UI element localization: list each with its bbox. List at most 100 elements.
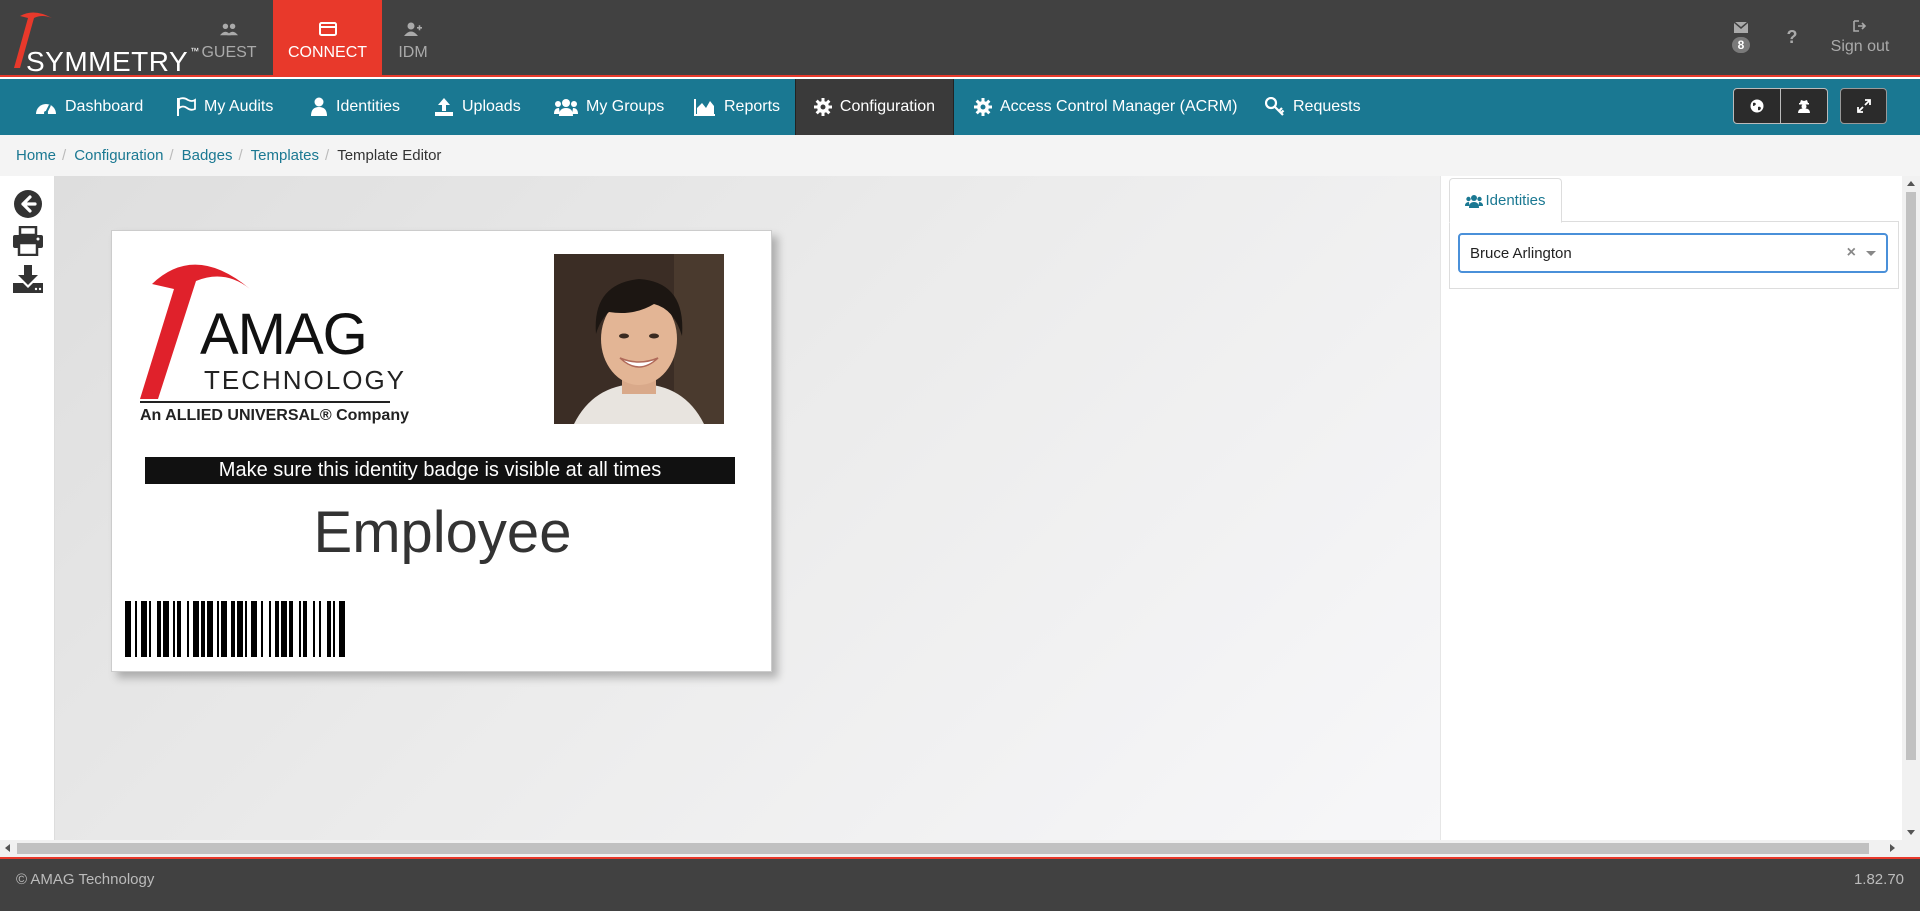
scrollbar-thumb[interactable] <box>17 843 1869 854</box>
breadcrumb-separator: / <box>325 147 330 164</box>
key-icon <box>1265 97 1285 116</box>
flag-icon <box>177 97 196 116</box>
tab-label: Identities <box>1485 192 1546 209</box>
gear-icon <box>974 98 992 116</box>
nav-my-audits[interactable]: My Audits <box>176 79 273 135</box>
tab-identities[interactable]: Identities <box>1449 178 1562 223</box>
expand-icon <box>1856 99 1871 113</box>
nav-uploads[interactable]: Uploads <box>434 79 521 135</box>
user-plus-icon <box>404 22 422 36</box>
breadcrumb-templates[interactable]: Templates <box>251 147 319 164</box>
identities-panel: Bruce Arlington × <box>1449 221 1899 289</box>
barcode-bar <box>251 601 257 657</box>
app-tab-label: GUEST <box>201 43 257 61</box>
symmetry-logo[interactable]: SYMMETRY ™ <box>6 6 199 77</box>
barcode-bar <box>149 601 151 657</box>
barcode-bar <box>339 601 345 657</box>
nav-identities[interactable]: Identities <box>310 79 400 135</box>
nav-label: Configuration <box>839 98 936 115</box>
symmetry-logo-text: SYMMETRY ™ <box>26 46 200 77</box>
copyright: © AMAG Technology <box>16 871 155 888</box>
question-icon: ? <box>1786 27 1798 47</box>
nav-button-group <box>1733 88 1828 124</box>
barcode-bar <box>261 601 263 657</box>
barcode-bar <box>269 601 271 657</box>
barcode-bar <box>221 601 227 657</box>
amag-logo[interactable]: AMAG TECHNOLOGY An ALLIED UNIVERSAL® Com… <box>140 249 409 424</box>
barcode-bar <box>157 601 161 657</box>
scroll-left-arrow[interactable] <box>5 844 10 852</box>
barcode-bar <box>245 601 247 657</box>
barcode-bar <box>333 601 335 657</box>
breadcrumb-badges[interactable]: Badges <box>182 147 233 164</box>
arrow-circle-left-icon <box>14 190 42 218</box>
version: 1.82.70 <box>1853 871 1904 888</box>
clear-icon[interactable]: × <box>1847 244 1856 262</box>
breadcrumb: Home / Configuration / Badges / Template… <box>0 135 1920 176</box>
vertical-scrollbar[interactable] <box>1902 176 1920 840</box>
nav-dashboard[interactable]: Dashboard <box>35 79 143 135</box>
app-tab-label: IDM <box>398 43 428 61</box>
user-profile-button[interactable] <box>1780 89 1827 123</box>
envelope-icon <box>1734 22 1748 33</box>
identity-photo[interactable] <box>554 254 724 424</box>
nav-label: My Groups <box>586 98 665 115</box>
amag-logo-word: AMAG <box>200 302 368 367</box>
footer: © AMAG Technology 1.82.70 <box>0 857 1920 911</box>
nav-requests[interactable]: Requests <box>1265 79 1361 135</box>
person-photo-image <box>554 254 724 424</box>
area-chart-icon <box>694 99 715 116</box>
divider <box>140 401 390 403</box>
breadcrumb-current: Template Editor <box>337 147 442 164</box>
messages-button[interactable]: 8 <box>1726 0 1756 75</box>
barcode-bar <box>193 601 199 657</box>
horizontal-scrollbar[interactable] <box>0 840 1920 857</box>
barcode-bar <box>289 601 293 657</box>
badge-role: Employee <box>313 500 572 565</box>
help-button[interactable]: ? <box>1780 0 1804 75</box>
barcode-bar <box>281 601 287 657</box>
breadcrumb-home[interactable]: Home <box>16 147 56 164</box>
nav-configuration[interactable]: Configuration <box>795 79 954 135</box>
barcode-bar <box>313 601 315 657</box>
print-icon <box>13 226 43 256</box>
identity-select[interactable]: Bruce Arlington × <box>1458 233 1888 273</box>
barcode-bar <box>275 601 279 657</box>
nav-reports[interactable]: Reports <box>694 79 780 135</box>
nav-acrm[interactable]: Access Control Manager (ACRM) <box>974 79 1237 135</box>
app-tab-idm[interactable]: IDM <box>388 0 438 75</box>
breadcrumb-separator: / <box>169 147 174 164</box>
users-icon <box>1465 194 1484 208</box>
group-icon <box>554 99 578 116</box>
download-button[interactable] <box>12 263 44 295</box>
fullscreen-button[interactable] <box>1840 88 1887 124</box>
chevron-down-icon[interactable] <box>1866 251 1876 256</box>
app-tab-connect[interactable]: CONNECT <box>273 0 382 75</box>
sign-out-button[interactable]: Sign out <box>1822 0 1898 75</box>
amag-logo-tech: TECHNOLOGY <box>204 365 407 395</box>
nav-label: Uploads <box>462 98 521 115</box>
barcode-bar <box>187 601 189 657</box>
gear-icon <box>813 98 832 116</box>
scrollbar-thumb[interactable] <box>1906 192 1916 760</box>
scroll-up-arrow[interactable] <box>1907 181 1915 186</box>
main-nav: Dashboard My Audits Identities Uploads M… <box>0 79 1920 135</box>
nav-label: Requests <box>1293 98 1361 115</box>
scroll-right-arrow[interactable] <box>1890 844 1895 852</box>
badge-template[interactable]: AMAG TECHNOLOGY An ALLIED UNIVERSAL® Com… <box>111 230 772 672</box>
breadcrumb-configuration[interactable]: Configuration <box>74 147 163 164</box>
language-button[interactable] <box>1734 89 1780 123</box>
back-button[interactable] <box>12 188 44 220</box>
barcode-bar <box>201 601 205 657</box>
sign-out-label: Sign out <box>1830 37 1890 55</box>
app-tab-guest[interactable]: GUEST <box>196 0 262 75</box>
print-button[interactable] <box>12 225 44 257</box>
top-bar: SYMMETRY ™ GUEST CONNECT IDM 8 ? Sign ou… <box>0 0 1920 77</box>
upload-icon <box>435 98 453 116</box>
nav-my-groups[interactable]: My Groups <box>554 79 664 135</box>
barcode-bar <box>237 601 243 657</box>
nav-label: Identities <box>336 98 401 115</box>
scroll-down-arrow[interactable] <box>1907 830 1915 835</box>
amag-logo-subtitle: An ALLIED UNIVERSAL® Company <box>140 407 409 424</box>
nav-label: Dashboard <box>65 98 144 115</box>
